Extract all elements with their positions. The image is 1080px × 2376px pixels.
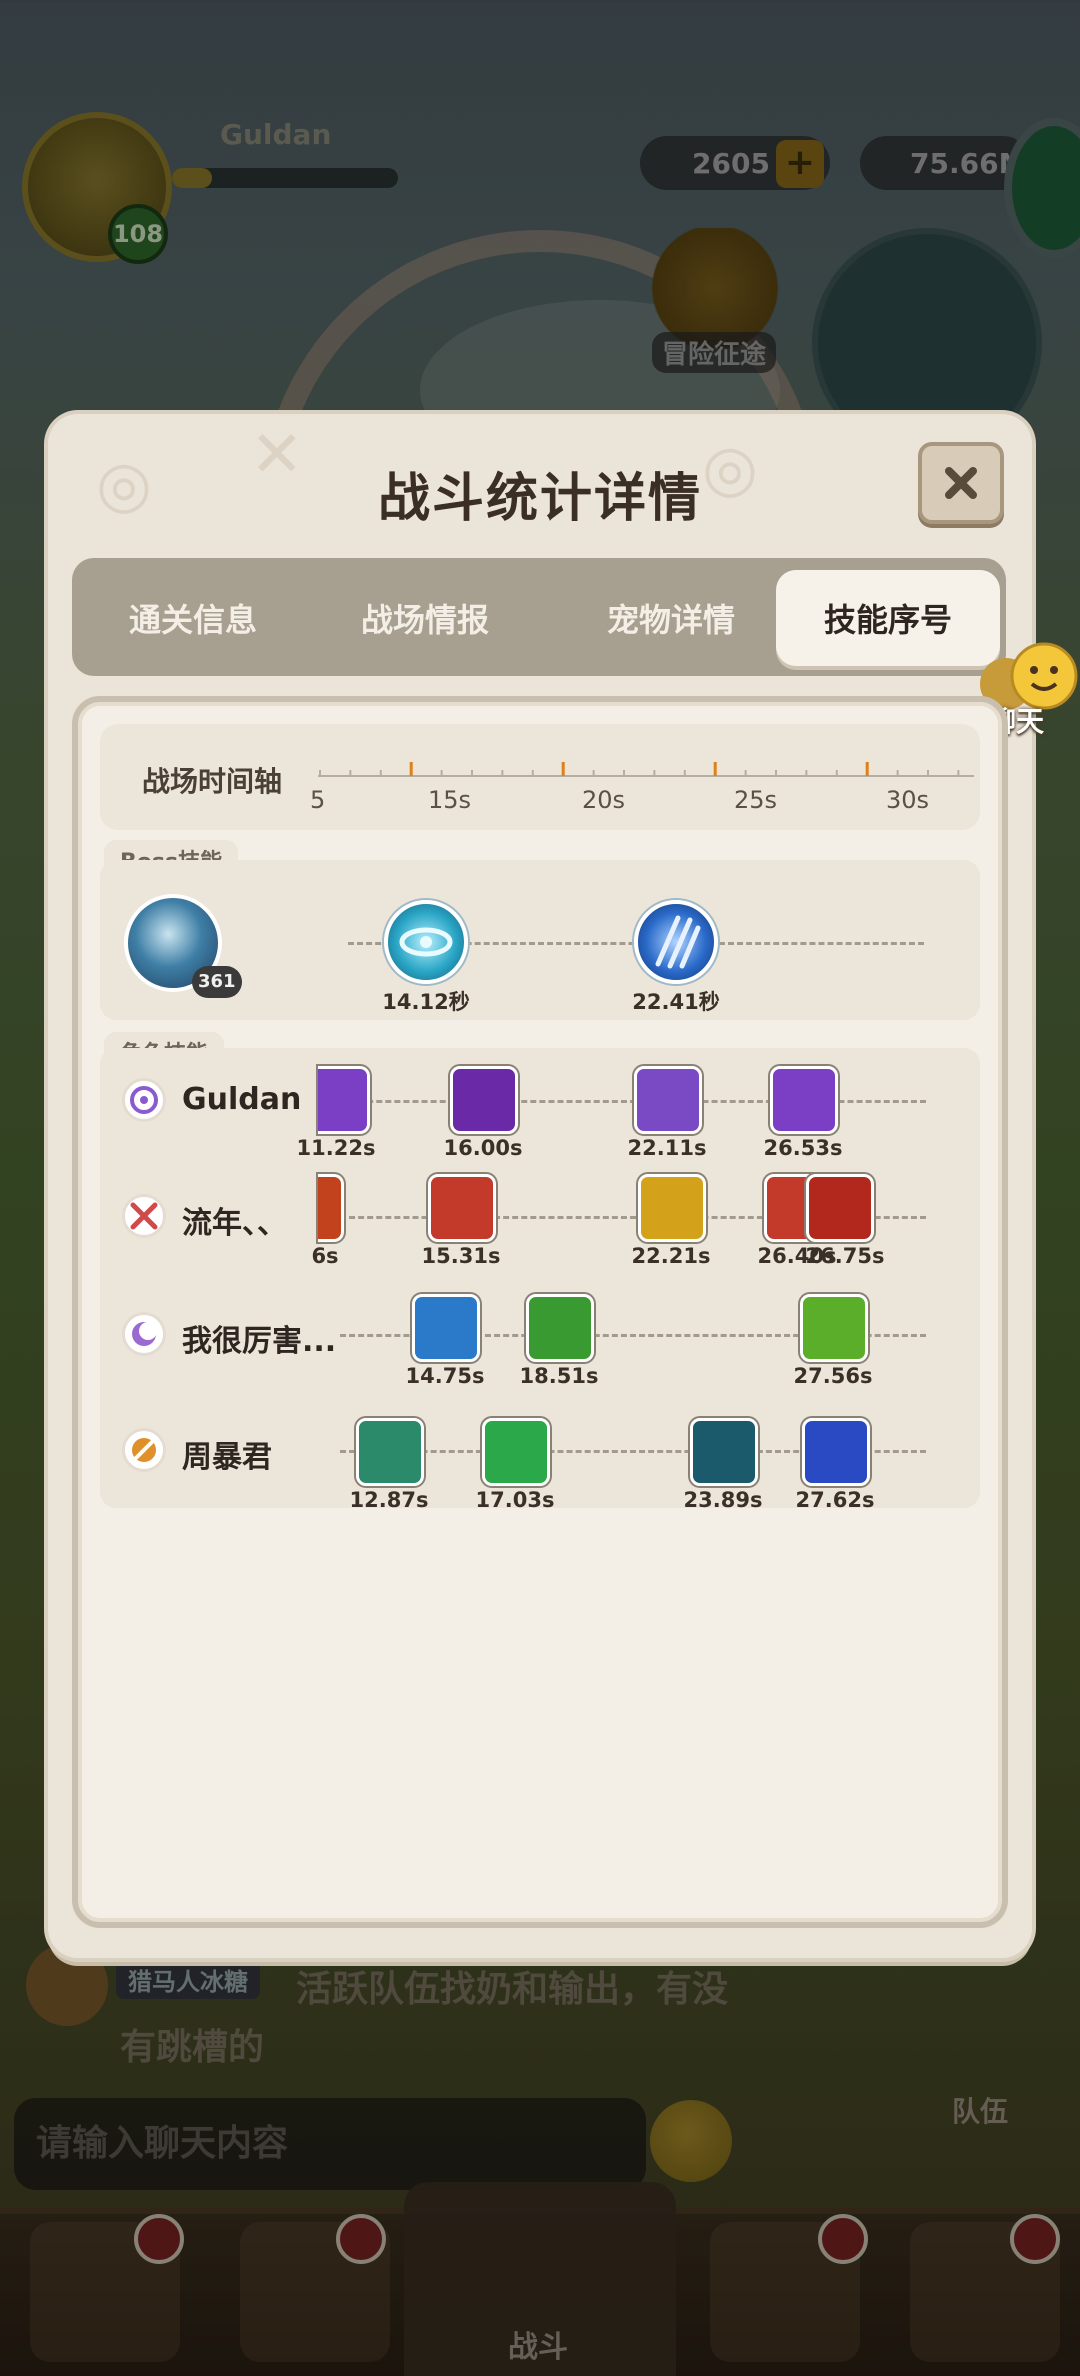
character-name: 流年、、 [182,1206,287,1241]
green-beast-icon[interactable] [482,1418,550,1486]
fire-slash-icon[interactable] [318,1174,344,1242]
skill-time: 23.89s [683,1488,763,1512]
skill-time: 26.53s [763,1136,843,1160]
timeline-tick-label: 30s [886,786,930,814]
boss-level-badge: 361 [192,966,242,998]
skill-time: 12.87s [349,1488,429,1512]
claw-skill-icon[interactable] [634,900,718,984]
timeline-tick-label: 15s [428,786,472,814]
character-name: 周暴君 [182,1440,272,1475]
wild-growth-icon[interactable] [800,1294,868,1362]
boss-skill-time: 14.12秒 [382,990,470,1014]
timeline-axis [318,762,974,777]
berserk-icon[interactable] [806,1174,874,1242]
character-track-line [340,1100,926,1103]
timeline-tick-label: 20s [582,786,626,814]
timeline-label: 战场时间轴 [142,765,283,798]
shadow-claw-icon[interactable] [802,1418,870,1486]
lightning-totem-icon[interactable] [412,1294,480,1362]
tab-battlefield-intel[interactable]: 战场情报 [322,570,528,666]
skill-time: 26.75s [805,1244,885,1268]
nature-spirit-icon[interactable] [526,1294,594,1362]
tab-pet-details[interactable]: 宠物详情 [568,570,774,666]
claw-glyph [655,915,701,969]
triple-strike-icon[interactable] [638,1174,706,1242]
water-drop-icon[interactable] [690,1418,758,1486]
boss-skill-time: 22.41秒 [632,990,720,1014]
purple-flame-icon[interactable] [318,1066,370,1134]
crossed-blades-emblem-icon [122,1194,166,1238]
timeline-tick-label: 5 [310,786,326,814]
skill-time: 15.31s [421,1244,501,1268]
skill-time: 27.56s [793,1364,873,1388]
slash-emblem-icon [122,1428,166,1472]
skill-time: 14.75s [405,1364,485,1388]
skill-time: 22.11s [627,1136,707,1160]
skull-curse-icon[interactable] [356,1418,424,1486]
skill-time: 27.62s [795,1488,875,1512]
close-button[interactable] [918,442,1004,524]
timeline-tick-label: 25s [734,786,778,814]
skill-time: 16.00s [443,1136,523,1160]
skill-time: 22.21s [631,1244,711,1268]
tab-skill-order[interactable]: 技能序号 [776,570,1000,666]
rage-face-icon[interactable] [428,1174,496,1242]
swirl-emblem-icon [122,1078,166,1122]
close-icon [945,467,977,499]
character-name: 我很厉害... [182,1324,337,1359]
eye-glyph [399,927,453,957]
purple-flame-icon[interactable] [770,1066,838,1134]
skill-time: 18.51s [519,1364,599,1388]
skill-time: 11.22s [296,1136,376,1160]
portal-icon[interactable] [634,1066,702,1134]
character-name: Guldan [182,1082,302,1117]
eye-skill-icon[interactable] [384,900,468,984]
skill-time: 6s [311,1244,339,1268]
fel-hand-icon[interactable] [450,1066,518,1134]
skill-time: 17.03s [475,1488,555,1512]
moon-emblem-icon [122,1312,166,1356]
tab-clear-info[interactable]: 通关信息 [90,570,296,666]
